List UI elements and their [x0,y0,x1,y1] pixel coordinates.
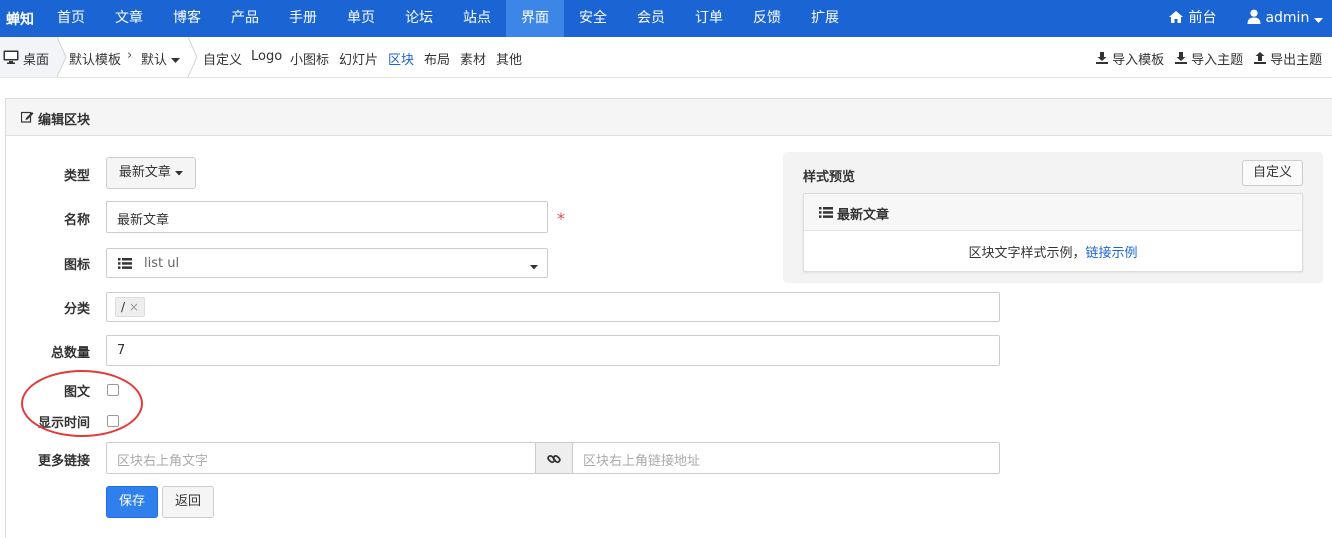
name-label: 名称 [63,213,90,228]
download-icon [1175,52,1187,68]
user-menu[interactable]: admin [1247,0,1323,37]
import-template-button[interactable]: 导入模板 [1096,49,1164,68]
type-label: 类型 [63,169,90,184]
preview-sample-link[interactable]: 链接示例 [1086,246,1138,261]
caret-down-icon [171,53,181,68]
breadcrumb-theme[interactable]: 默认 [141,49,181,68]
preview-custom-button[interactable]: 自定义 [1242,160,1303,186]
tab-logo[interactable]: Logo [251,49,282,64]
preview-title: 样式预览 [803,170,856,185]
save-button[interactable]: 保存 [106,486,158,518]
tab-custom[interactable]: 自定义 [203,49,242,68]
caret-down-icon [1313,10,1323,26]
panel-title: 编辑区块 [38,113,91,128]
desktop-icon [3,50,19,68]
nav-item-security[interactable]: 安全 [569,0,617,37]
frontend-link[interactable]: 前台 [1168,0,1216,37]
top-navbar: 蝉知 首页 文章 博客 产品 手册 单页 论坛 站点 界面 安全 会员 订单 反… [0,0,1332,37]
nav-item-manual[interactable]: 手册 [279,0,327,37]
download-icon [1096,52,1108,68]
list-ul-icon [819,207,833,222]
home-icon [1168,10,1184,26]
tab-other[interactable]: 其他 [496,49,522,68]
back-button[interactable]: 返回 [162,486,214,518]
remove-tag-icon[interactable]: × [129,300,139,314]
more-link-label: 更多链接 [37,454,90,469]
nav-item-page[interactable]: 单页 [337,0,385,37]
total-label: 总数量 [50,346,90,361]
link-icon [547,452,561,470]
tab-slides[interactable]: 幻灯片 [339,49,378,68]
style-preview: 样式预览 自定义 最新文章 区块文字样式示例，链接示例 [783,152,1323,283]
type-dropdown[interactable]: 最新文章 [106,157,196,189]
chevron-right-icon: › [127,48,133,63]
required-marker: * [557,209,565,228]
preview-block-title: 最新文章 [837,208,890,223]
breadcrumb-home[interactable]: 桌面 [0,37,58,77]
nav-item-ui[interactable]: 界面 [506,0,564,37]
name-input[interactable]: 最新文章 [106,201,548,233]
nav-item-feedback[interactable]: 反馈 [743,0,791,37]
category-label: 分类 [63,302,90,317]
icon-label: 图标 [63,258,90,273]
tab-favicon[interactable]: 小图标 [290,49,329,68]
nav-item-product[interactable]: 产品 [221,0,269,37]
more-text-input[interactable]: 区块右上角文字 [106,442,536,474]
total-input[interactable]: 7 [106,335,1000,366]
category-multiselect[interactable]: / × [106,292,1000,322]
nav-item-home[interactable]: 首页 [47,0,95,37]
annotation-circle [21,370,143,437]
tab-layout[interactable]: 布局 [424,49,450,68]
preview-block-body: 区块文字样式示例，链接示例 [968,246,1138,261]
nav-item-site[interactable]: 站点 [453,0,501,37]
breadcrumb-template[interactable]: 默认模板 [69,49,121,68]
nav-item-member[interactable]: 会员 [627,0,675,37]
upload-icon [1254,52,1266,68]
brand-logo[interactable]: 蝉知 [6,9,34,29]
icon-select[interactable]: list ul [106,248,548,278]
export-theme-button[interactable]: 导出主题 [1254,49,1322,68]
tab-blocks[interactable]: 区块 [388,49,414,68]
edit-icon [20,111,34,127]
frontend-label: 前台 [1188,10,1217,26]
category-tag: / × [115,297,145,317]
nav-item-article[interactable]: 文章 [105,0,153,37]
link-addon [535,442,573,474]
caret-down-icon [175,165,184,180]
user-icon [1247,9,1261,26]
user-name: admin [1265,10,1310,26]
nav-item-forum[interactable]: 论坛 [395,0,443,37]
list-ul-icon [118,258,132,273]
breadcrumb-separator-icon [57,37,67,77]
breadcrumb-bar: 桌面 默认模板 › 默认 自定义 Logo 小图标 幻灯片 区块 布局 素材 其… [0,37,1332,78]
breadcrumb-home-label: 桌面 [23,53,50,68]
more-url-input[interactable]: 区块右上角链接地址 [572,442,1000,474]
nav-item-order[interactable]: 订单 [685,0,733,37]
import-theme-button[interactable]: 导入主题 [1175,49,1243,68]
nav-item-blog[interactable]: 博客 [163,0,211,37]
preview-block-header: 最新文章 [804,194,1302,231]
panel-header: 编辑区块 [6,99,1332,136]
tab-assets[interactable]: 素材 [460,49,486,68]
breadcrumb-separator-icon [188,37,198,77]
nav-item-extension[interactable]: 扩展 [801,0,849,37]
preview-block: 最新文章 区块文字样式示例，链接示例 [803,193,1303,272]
caret-down-icon [530,259,538,274]
